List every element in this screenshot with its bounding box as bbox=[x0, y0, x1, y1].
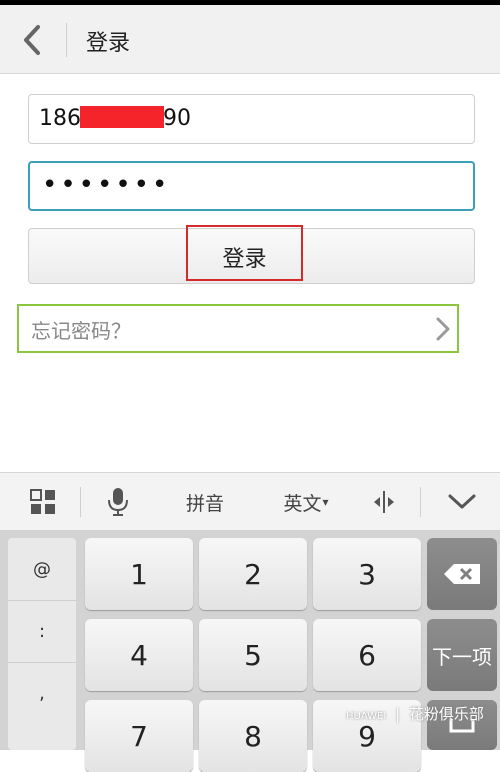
symbol-column: @ : , bbox=[8, 538, 76, 750]
voice-input-button[interactable] bbox=[95, 473, 141, 531]
key-3[interactable]: 3 bbox=[313, 538, 421, 610]
collapse-keyboard-button[interactable] bbox=[440, 473, 484, 531]
password-input[interactable]: ••••••• bbox=[28, 161, 475, 211]
cursor-move-button[interactable] bbox=[364, 473, 404, 531]
key-2[interactable]: 2 bbox=[199, 538, 307, 610]
header-divider bbox=[66, 23, 67, 57]
redaction-bar bbox=[80, 106, 164, 128]
symbol-key-comma[interactable]: , bbox=[8, 662, 76, 724]
forgot-password-label: 忘记密码？ bbox=[31, 319, 131, 343]
phone-suffix: 90 bbox=[163, 106, 191, 131]
pinyin-label: 拼音 bbox=[185, 492, 224, 515]
keyboard-grid-button[interactable] bbox=[18, 473, 68, 531]
key-7[interactable]: 7 bbox=[85, 700, 193, 772]
next-field-key[interactable]: 下一项 bbox=[427, 619, 497, 691]
chevron-down-icon bbox=[448, 494, 476, 509]
app-header: 登录 bbox=[0, 5, 500, 74]
toolbar-divider bbox=[80, 487, 81, 517]
chevron-right-icon bbox=[436, 317, 450, 341]
symbol-key-at[interactable]: @ bbox=[8, 538, 76, 601]
login-button-highlight: 登录 bbox=[186, 225, 303, 281]
phone-value: 186 90 bbox=[39, 106, 191, 131]
key-1[interactable]: 1 bbox=[85, 538, 193, 610]
phone-input[interactable]: 186 90 bbox=[28, 94, 475, 144]
dropdown-arrow-icon: ▾ bbox=[322, 495, 329, 509]
password-mask: ••••••• bbox=[42, 170, 171, 200]
watermark-brand: HUAWEI bbox=[346, 711, 387, 722]
phone-prefix: 186 bbox=[39, 106, 81, 131]
key-6[interactable]: 6 bbox=[313, 619, 421, 691]
key-4[interactable]: 4 bbox=[85, 619, 193, 691]
forgot-password-row[interactable]: 忘记密码？ bbox=[17, 304, 459, 353]
watermark-text: 花粉俱乐部 bbox=[408, 705, 484, 723]
key-5[interactable]: 5 bbox=[199, 619, 307, 691]
back-button[interactable] bbox=[18, 23, 48, 57]
chevron-left-icon bbox=[24, 25, 40, 55]
keyboard-toolbar: 拼音 英文 ▾ bbox=[0, 472, 500, 531]
symbol-key-colon[interactable]: : bbox=[8, 600, 76, 663]
page-title: 登录 bbox=[86, 31, 131, 56]
grid-icon bbox=[30, 489, 55, 514]
watermark: HUAWEI | 花粉俱乐部 bbox=[346, 703, 484, 724]
language-label: 英文 bbox=[283, 492, 322, 515]
pinyin-button[interactable]: 拼音 bbox=[172, 473, 238, 531]
login-button-label: 登录 bbox=[222, 247, 267, 272]
language-switch-button[interactable]: 英文 ▾ bbox=[268, 473, 344, 531]
backspace-icon bbox=[444, 564, 480, 584]
cursor-move-icon bbox=[374, 491, 394, 513]
key-8[interactable]: 8 bbox=[199, 700, 307, 772]
microphone-icon bbox=[108, 488, 128, 516]
watermark-separator: | bbox=[395, 705, 401, 723]
backspace-key[interactable] bbox=[427, 538, 497, 610]
toolbar-divider bbox=[420, 487, 421, 517]
